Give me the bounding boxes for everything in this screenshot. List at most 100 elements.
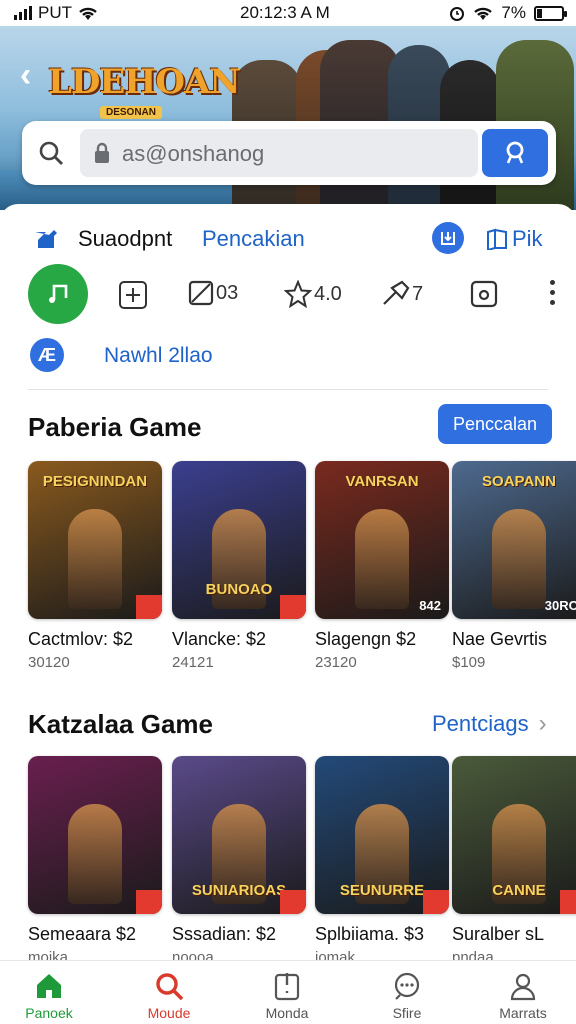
game-cover-image[interactable]: VANRSAN 842 (315, 461, 449, 619)
book-icon (487, 228, 507, 250)
game-subtitle: 24121 (172, 654, 214, 671)
wrench-icon (383, 280, 410, 305)
carrier-label: PUT (38, 3, 72, 22)
nav-label: Moude (147, 1005, 191, 1021)
section-title: Katzalaa Game (28, 709, 213, 739)
game-title: Suralber sL (452, 924, 545, 944)
section-action-button[interactable]: Penccalan (438, 404, 552, 444)
game-cover-image[interactable]: BUNOAO (172, 461, 306, 619)
search-icon (114, 969, 224, 1003)
tab-suaodpnt[interactable]: Suaodpnt (78, 226, 172, 252)
game-card[interactable]: Semeaara $2 moika (28, 756, 162, 966)
cover-caption: PESIGNINDAN (42, 473, 148, 490)
game-card[interactable]: CANNE Suralber sL pndaa (452, 756, 576, 966)
cover-caption: VANRSAN (345, 473, 419, 490)
corner-badge-icon (136, 890, 162, 914)
status-right: 7% (449, 3, 567, 23)
game-title: Semeaara $2 (28, 924, 137, 944)
corner-badge-icon (280, 595, 306, 619)
divider (28, 389, 548, 390)
chevron-right-icon: › (538, 710, 547, 737)
game-cover-image[interactable]: PESIGNINDAN (28, 461, 162, 619)
search-placeholder: as@onshanog (122, 141, 265, 166)
battery-percent: 7% (501, 3, 526, 22)
search-icon (39, 141, 63, 165)
game-cover-image[interactable] (28, 756, 162, 914)
tabs-row: Suaodpnt Pencakian Pik (0, 214, 576, 258)
logo-title: LDEHOAN (48, 62, 241, 102)
search-button[interactable] (482, 129, 548, 177)
info-link[interactable]: Nawhl 2llao (104, 344, 213, 368)
game-cover-image[interactable]: SOAPANN 30RC (452, 461, 576, 619)
tools-count: 7 (412, 282, 424, 305)
signal-icon (14, 6, 32, 20)
info-card-icon (232, 969, 342, 1003)
info-row: Æ Nawhl 2llao (0, 336, 576, 376)
star-icon (284, 280, 312, 308)
nav-label: Panoek (25, 1005, 73, 1021)
status-left: PUT (14, 3, 98, 23)
nav-label: Marrats (499, 1005, 547, 1021)
lock-icon (95, 142, 109, 163)
game-subtitle: $109 (452, 654, 486, 671)
wifi-icon (474, 7, 493, 20)
status-time: 20:12:3 A M (240, 3, 330, 22)
game-title: Vlancke: $2 (172, 629, 267, 649)
nav-label: Sfire (392, 1005, 422, 1021)
pik-link[interactable]: Pik (486, 226, 543, 252)
nav-item-moude[interactable]: Moude (114, 969, 224, 1021)
corner-badge-icon (423, 890, 449, 914)
search-icon (506, 141, 524, 164)
cover-caption: SOAPANN (482, 473, 556, 490)
see-all-link[interactable]: Pentciags › (432, 710, 547, 738)
nav-item-marrats[interactable]: Marrats (468, 969, 576, 1021)
see-all-label: Pentciags (432, 711, 529, 736)
image-count-button[interactable]: 03 (188, 280, 238, 306)
logo-subtitle: DESONAN (100, 106, 163, 119)
game-card[interactable]: BUNOAO Vlancke: $2 24121 (172, 461, 306, 671)
add-button[interactable] (118, 280, 148, 310)
game-card[interactable]: PESIGNINDAN Cactmlov: $2 30120 (28, 461, 162, 671)
cover-caption: CANNE (492, 882, 546, 899)
music-note-icon (49, 284, 68, 303)
camera-button[interactable] (470, 280, 498, 308)
wifi-icon (79, 7, 97, 20)
nav-item-panoek[interactable]: Panoek (0, 969, 104, 1021)
cover-number: 30RC (544, 598, 576, 613)
search-card: as@onshanog (22, 121, 556, 185)
nav-item-sfire[interactable]: Sfire (352, 969, 462, 1021)
main-content: Suaodpnt Pencakian Pik 03 4.0 7 Æ Nawhl … (0, 204, 576, 966)
game-cover-image[interactable]: SUNIARIOAS (172, 756, 306, 914)
nav-item-monda[interactable]: Monda (232, 969, 342, 1021)
rating-value: 4.0 (314, 282, 342, 305)
rating-button[interactable]: 4.0 (284, 280, 342, 308)
status-bar: PUT 20:12:3 A M 7% (0, 0, 576, 26)
bottom-nav: Panoek Moude Monda Sfire Marrats (0, 960, 576, 1024)
tab-pencakian[interactable]: Pencakian (202, 226, 305, 252)
edit-icon[interactable] (32, 226, 58, 250)
game-card[interactable]: SEUNURRE Splbiiama. $3 jomak (315, 756, 449, 966)
game-cover-image[interactable]: CANNE (452, 756, 576, 914)
camera-icon (470, 280, 498, 308)
game-card[interactable]: SOAPANN 30RC Nae Gevrtis $109 (452, 461, 576, 671)
game-title: Splbiiama. $3 (315, 924, 425, 944)
download-button[interactable] (432, 222, 464, 254)
music-button[interactable] (28, 264, 88, 324)
nav-label: Monda (265, 1005, 309, 1021)
game-logo: LDEHOAN DESONAN (48, 48, 241, 124)
cover-character (68, 804, 122, 904)
more-options-icon[interactable] (550, 280, 556, 310)
alarm-icon (450, 7, 465, 21)
game-title: Cactmlov: $2 (28, 629, 134, 649)
tools-button[interactable]: 7 (380, 280, 423, 308)
cover-number: 842 (419, 598, 441, 613)
game-card[interactable]: VANRSAN 842 Slagengn $2 23120 (315, 461, 449, 671)
back-chevron-icon[interactable]: ‹ (20, 56, 31, 95)
game-title: Sssadian: $2 (172, 924, 277, 944)
game-cover-image[interactable]: SEUNURRE (315, 756, 449, 914)
game-card[interactable]: SUNIARIOAS Sssadian: $2 noooa (172, 756, 306, 966)
section-title: Paberia Game (28, 412, 202, 442)
search-input[interactable]: as@onshanog (80, 129, 478, 177)
chat-icon (352, 969, 462, 1003)
battery-icon (534, 5, 567, 21)
